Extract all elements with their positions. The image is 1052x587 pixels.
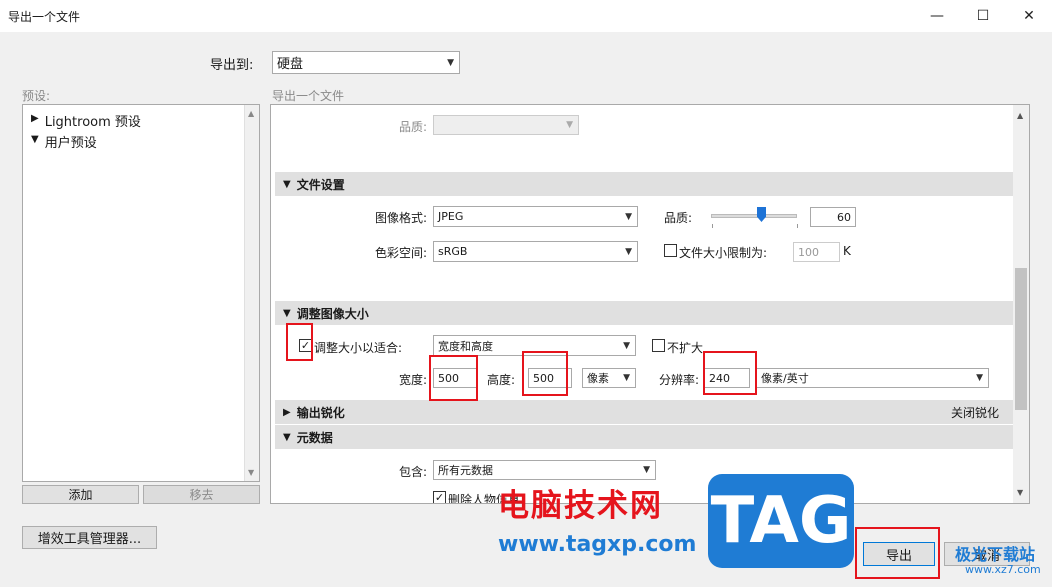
scroll-up-icon[interactable]: ▲ bbox=[1017, 111, 1023, 120]
watermark-site: 电脑技术网 bbox=[498, 488, 663, 524]
file-settings-header[interactable]: ▼ 文件设置 bbox=[275, 172, 1013, 196]
export-to-value: 硬盘 bbox=[277, 57, 304, 72]
preset-item-user[interactable]: ▼ 用户预设 bbox=[31, 132, 97, 151]
metadata-header[interactable]: ▼ 元数据 bbox=[275, 425, 1013, 449]
chevron-down-icon: ▼ bbox=[625, 211, 632, 222]
watermark-brand-url: www.xz7.com bbox=[965, 563, 1041, 576]
sharpening-status: 关闭锐化 bbox=[950, 405, 999, 420]
quality-top-label: 品质: bbox=[399, 120, 428, 134]
resize-to-fit-label: 调整大小以适合: bbox=[314, 341, 403, 355]
tag-logo-text: TAG bbox=[710, 484, 852, 558]
window-title: 导出一个文件 bbox=[8, 10, 81, 24]
quality-slider-track[interactable] bbox=[711, 214, 797, 218]
format-value: JPEG bbox=[438, 210, 464, 223]
chevron-down-icon: ▼ bbox=[625, 246, 632, 257]
colorspace-label: 色彩空间: bbox=[375, 246, 428, 260]
colorspace-select[interactable]: sRGB ▼ bbox=[433, 241, 638, 262]
no-enlarge-checkbox[interactable] bbox=[652, 339, 665, 352]
no-enlarge-label: 不扩大 bbox=[667, 341, 704, 355]
height-label: 高度: bbox=[487, 373, 516, 387]
sharpening-title: 输出锐化 bbox=[296, 405, 345, 420]
scroll-down-icon[interactable]: ▼ bbox=[248, 468, 254, 477]
scrollbar-thumb[interactable] bbox=[1015, 268, 1027, 410]
export-settings-panel: 品质: ▼ ▼ 文件设置 图像格式: JPEG ▼ 品质: 60 色彩空间: s… bbox=[270, 104, 1030, 504]
collapse-arrow-icon[interactable]: ▼ bbox=[31, 132, 39, 151]
collapse-arrow-icon: ▼ bbox=[283, 178, 291, 190]
unit-value: 像素 bbox=[587, 372, 609, 385]
scroll-down-icon[interactable]: ▼ bbox=[1017, 488, 1023, 497]
width-label: 宽度: bbox=[399, 373, 428, 387]
scroll-up-icon[interactable]: ▲ bbox=[248, 109, 254, 118]
sharpening-header[interactable]: ▶ 输出锐化 关闭锐化 bbox=[275, 400, 1013, 424]
resolution-unit-select[interactable]: 像素/英寸 ▼ bbox=[756, 368, 989, 388]
format-select[interactable]: JPEG ▼ bbox=[433, 206, 638, 227]
maximize-button[interactable]: ☐ bbox=[960, 0, 1006, 32]
expand-arrow-icon[interactable]: ▶ bbox=[31, 111, 39, 130]
slider-tick bbox=[797, 224, 798, 228]
chevron-down-icon: ▼ bbox=[623, 340, 630, 351]
annotation-box bbox=[522, 351, 568, 396]
close-button[interactable]: ✕ bbox=[1006, 0, 1052, 32]
minimize-button[interactable]: — bbox=[914, 0, 960, 32]
quality-label: 品质: bbox=[664, 211, 693, 225]
export-panel-label: 导出一个文件 bbox=[272, 89, 345, 103]
annotation-box bbox=[429, 355, 478, 401]
size-limit-unit: K bbox=[843, 244, 851, 258]
include-label: 包含: bbox=[399, 465, 428, 479]
resize-header[interactable]: ▼ 调整图像大小 bbox=[275, 301, 1013, 325]
add-preset-button[interactable]: 添加 bbox=[22, 485, 139, 504]
presets-label: 预设: bbox=[22, 89, 51, 103]
remove-person-checkbox[interactable]: ✓ bbox=[433, 491, 446, 503]
remove-preset-button[interactable]: 移去 bbox=[143, 485, 260, 504]
size-limit-checkbox[interactable] bbox=[664, 244, 677, 257]
presets-panel: ▶ Lightroom 预设 ▼ 用户预设 ▲ ▼ bbox=[22, 104, 260, 482]
slider-tick bbox=[712, 224, 713, 228]
chevron-down-icon: ▼ bbox=[643, 465, 650, 475]
watermark-brand: 极光下载站 bbox=[955, 545, 1036, 564]
file-settings-title: 文件设置 bbox=[296, 177, 345, 192]
expand-arrow-icon: ▶ bbox=[283, 406, 291, 418]
settings-scrollbar[interactable]: ▲ ▼ bbox=[1013, 105, 1029, 503]
colorspace-value: sRGB bbox=[438, 245, 468, 258]
include-select[interactable]: 所有元数据 ▼ bbox=[433, 460, 656, 480]
size-limit-input[interactable]: 100 bbox=[793, 242, 840, 262]
resolution-unit-value: 像素/英寸 bbox=[761, 372, 809, 385]
chevron-down-icon: ▼ bbox=[976, 373, 983, 383]
unit-select[interactable]: 像素 ▼ bbox=[582, 368, 636, 388]
include-value: 所有元数据 bbox=[438, 464, 493, 477]
export-to-label: 导出到: bbox=[210, 58, 254, 73]
export-to-select[interactable]: 硬盘 ▼ bbox=[272, 51, 460, 74]
chevron-down-icon: ▼ bbox=[566, 120, 573, 130]
format-label: 图像格式: bbox=[375, 211, 428, 225]
watermark-url: www.tagxp.com bbox=[498, 532, 697, 557]
preset-label: 用户预设 bbox=[44, 136, 97, 151]
chevron-down-icon: ▼ bbox=[447, 57, 454, 68]
resize-mode-value: 宽度和高度 bbox=[438, 339, 493, 353]
chevron-down-icon: ▼ bbox=[623, 373, 630, 383]
collapse-arrow-icon: ▼ bbox=[283, 431, 291, 443]
tag-logo: TAG bbox=[708, 474, 854, 568]
quality-top-select[interactable]: ▼ bbox=[433, 115, 579, 135]
resize-title: 调整图像大小 bbox=[296, 306, 369, 321]
annotation-box bbox=[855, 527, 940, 579]
slider-ticks bbox=[712, 224, 798, 228]
preset-item-lightroom[interactable]: ▶ Lightroom 预设 bbox=[31, 111, 141, 130]
preset-label: Lightroom 预设 bbox=[44, 115, 141, 130]
presets-scrollbar[interactable]: ▲ ▼ bbox=[244, 105, 259, 481]
plugin-manager-button[interactable]: 增效工具管理器... bbox=[22, 526, 157, 549]
resolution-label: 分辨率: bbox=[659, 373, 700, 387]
size-limit-label: 文件大小限制为: bbox=[679, 246, 768, 260]
collapse-arrow-icon: ▼ bbox=[283, 307, 291, 319]
annotation-box bbox=[703, 351, 757, 395]
annotation-box bbox=[286, 323, 313, 361]
quality-slider-thumb[interactable] bbox=[757, 207, 766, 222]
title-bar: 导出一个文件 — ☐ ✕ bbox=[0, 0, 1052, 32]
quality-input[interactable]: 60 bbox=[810, 207, 856, 227]
metadata-title: 元数据 bbox=[296, 430, 333, 445]
